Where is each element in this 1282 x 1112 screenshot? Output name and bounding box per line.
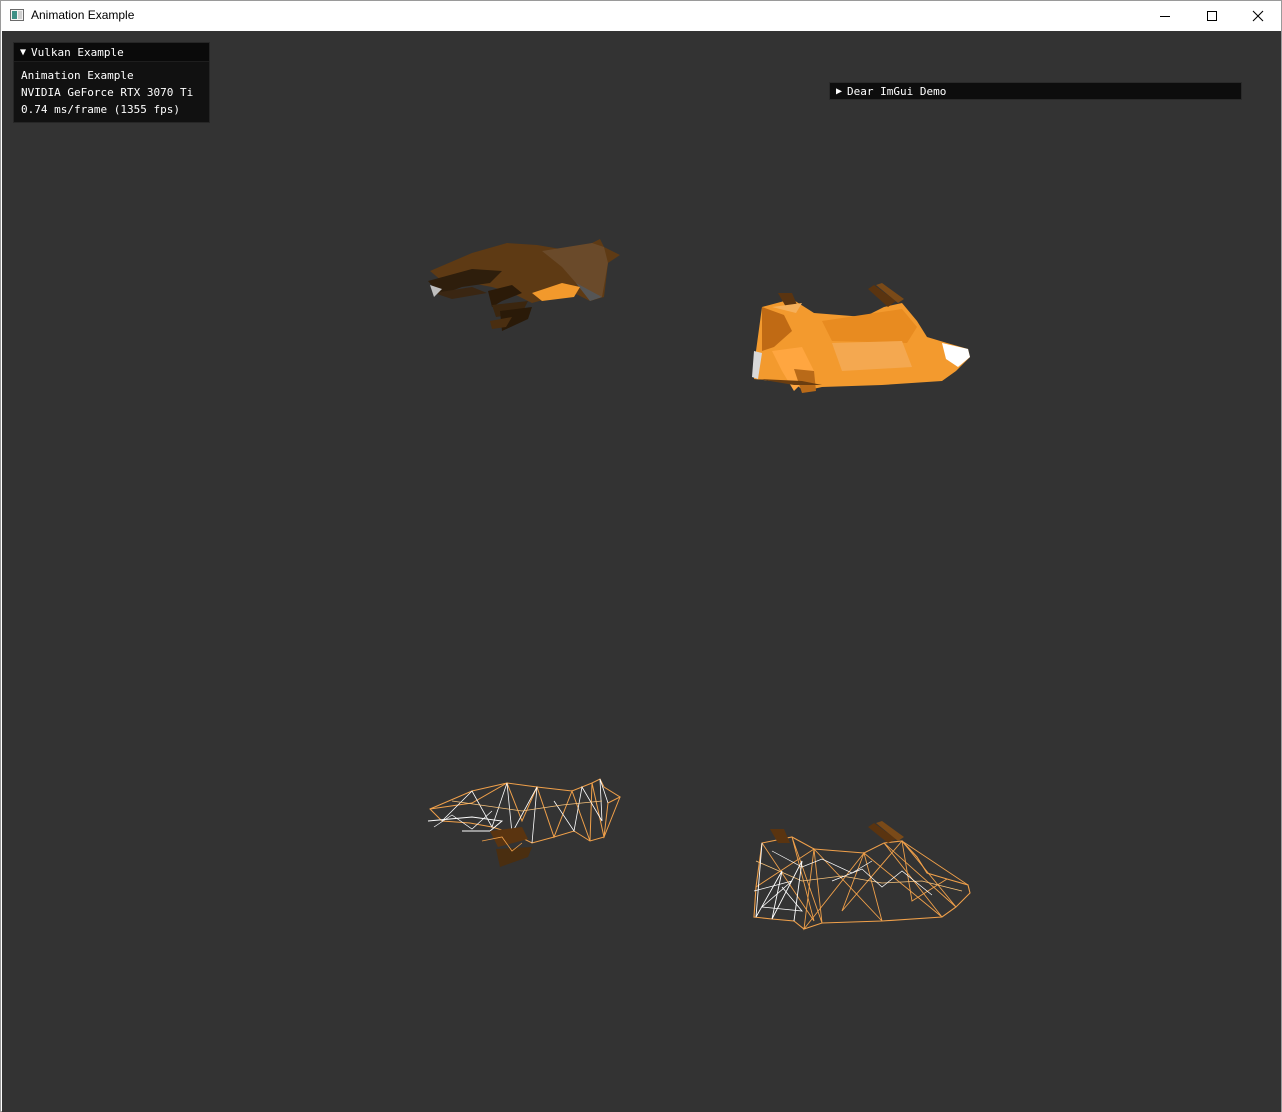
fox-wireframe-2 xyxy=(753,821,971,931)
fox-wireframe-1 xyxy=(427,778,622,867)
app-window-icon xyxy=(10,9,24,21)
fox-shaded-2 xyxy=(752,283,970,393)
close-icon xyxy=(1252,10,1264,22)
panel-header[interactable]: ▼ Vulkan Example xyxy=(14,43,209,62)
window-title: Animation Example xyxy=(31,8,135,22)
example-name-text: Animation Example xyxy=(21,69,134,82)
minimize-button[interactable] xyxy=(1142,1,1188,31)
close-button[interactable] xyxy=(1235,1,1281,31)
render-viewport[interactable]: ▼ Vulkan Example Animation Example NVIDI… xyxy=(2,31,1281,1112)
scene-canvas xyxy=(427,239,971,931)
fox-shaded-1 xyxy=(428,239,620,331)
title-bar[interactable]: Animation Example xyxy=(1,1,1281,31)
frame-time-text: 0.74 ms/frame (1355 fps) xyxy=(21,103,180,116)
maximize-icon xyxy=(1207,11,1217,21)
expand-arrow-right-icon[interactable]: ▶ xyxy=(836,86,842,97)
minimize-icon xyxy=(1160,16,1170,17)
demo-window-title: Dear ImGui Demo xyxy=(847,84,947,98)
vulkan-example-panel[interactable]: ▼ Vulkan Example Animation Example NVIDI… xyxy=(13,42,210,123)
gpu-name-text: NVIDIA GeForce RTX 3070 Ti xyxy=(21,86,194,99)
collapse-arrow-down-icon[interactable]: ▼ xyxy=(20,47,26,58)
panel-title: Vulkan Example xyxy=(31,45,124,59)
app-window: Animation Example ▼ Vulkan Example Anima… xyxy=(0,0,1282,1112)
imgui-demo-window[interactable]: ▶ Dear ImGui Demo xyxy=(829,82,1242,100)
maximize-button[interactable] xyxy=(1189,1,1235,31)
